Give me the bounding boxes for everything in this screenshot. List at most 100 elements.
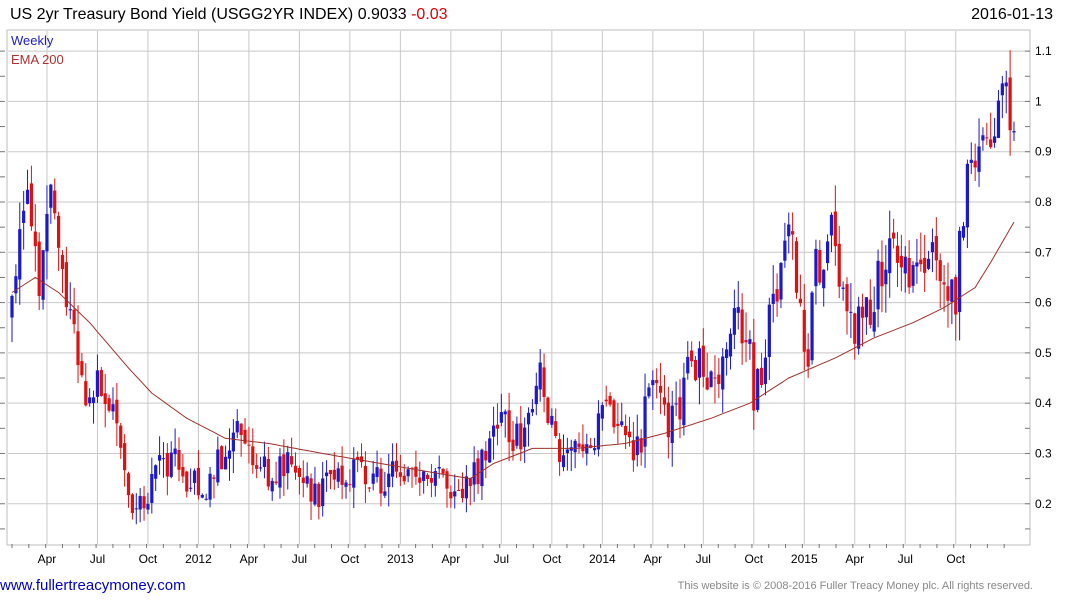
candle-body: [359, 456, 364, 463]
candle-body: [926, 258, 931, 269]
candle-body: [853, 313, 857, 344]
candle-body: [437, 466, 441, 469]
candle-body: [383, 491, 387, 496]
candle-body: [95, 370, 100, 397]
candle-body: [965, 163, 969, 228]
candle-body: [216, 449, 220, 483]
y-tick-label: 1: [1035, 94, 1042, 108]
candle-body: [445, 471, 449, 489]
candle-body: [1008, 77, 1012, 131]
candle-body: [367, 487, 371, 489]
candle-body: [647, 387, 651, 397]
candle-body: [111, 404, 115, 412]
candle-body: [130, 494, 134, 513]
candle-body: [208, 473, 212, 500]
candle-body: [573, 440, 577, 453]
candle-body: [220, 446, 224, 470]
candle-body: [895, 245, 900, 263]
candle-body: [499, 412, 503, 423]
x-tick-label: Jul: [494, 552, 509, 566]
candle-body: [262, 456, 267, 467]
candle-body: [72, 309, 76, 325]
candle-body: [837, 243, 841, 287]
candle-body: [892, 232, 896, 239]
candle-body: [732, 308, 736, 335]
candle-body: [717, 374, 721, 384]
candle-body: [103, 393, 107, 405]
candle-body: [274, 481, 278, 484]
candle-body: [604, 399, 608, 402]
candle-body: [278, 456, 282, 488]
candle-body: [449, 491, 453, 499]
candle-body: [985, 137, 989, 139]
candle-body: [515, 423, 519, 446]
candle-body: [45, 213, 49, 252]
candle-body: [169, 452, 173, 477]
candle-body: [328, 470, 333, 475]
y-tick-label: 0.5: [1035, 346, 1052, 360]
candle-body: [266, 458, 270, 487]
candle-body: [293, 465, 298, 473]
x-tick-label: Oct: [341, 552, 360, 566]
candle-body: [192, 470, 197, 483]
candle-body: [348, 484, 352, 486]
candle-body: [934, 236, 938, 261]
candle-body: [592, 448, 597, 451]
candle-body: [791, 231, 795, 235]
site-link[interactable]: www.fullertreacymoney.com: [0, 577, 186, 594]
candle-body: [484, 450, 488, 461]
candle-body: [639, 438, 643, 453]
candle-body: [530, 409, 535, 413]
y-tick-label: 1.1: [1035, 44, 1052, 58]
candle-body: [204, 498, 208, 500]
candle-body: [398, 472, 402, 477]
candle-body: [519, 423, 523, 450]
candle-body: [802, 309, 806, 352]
candle-body: [771, 293, 775, 304]
candle-body: [658, 385, 663, 393]
candle-body: [488, 438, 492, 463]
candle-body: [146, 503, 150, 510]
candle-body: [814, 248, 818, 287]
candle-body: [460, 488, 465, 499]
x-tick-label: 2014: [589, 552, 616, 566]
candle-body: [418, 477, 422, 483]
candle-body: [775, 289, 779, 302]
candle-body: [107, 398, 111, 411]
x-tick-label: Apr: [38, 552, 57, 566]
candle-body: [309, 478, 313, 502]
candle-body: [76, 331, 80, 366]
candle-body: [558, 439, 562, 462]
candle-body: [422, 471, 426, 481]
candle-body: [317, 483, 321, 507]
x-tick-label: Jul: [696, 552, 711, 566]
candle-body: [736, 307, 740, 313]
candle-body: [973, 160, 977, 168]
candle-body: [682, 377, 686, 426]
candle-body: [503, 411, 507, 415]
candle-body: [243, 429, 247, 444]
y-tick-label: 0.7: [1035, 245, 1052, 259]
candle-body: [756, 368, 760, 410]
candle-body: [49, 184, 53, 208]
candle-body: [678, 397, 682, 420]
candle-body: [29, 183, 34, 227]
candle-body: [84, 381, 88, 406]
candle-body: [177, 450, 181, 470]
candle-body: [150, 473, 154, 503]
candle-body: [561, 455, 566, 468]
candle-body: [10, 295, 14, 318]
candle-body: [849, 311, 853, 313]
x-tick-label: 2012: [185, 552, 212, 566]
x-tick-label: Oct: [139, 552, 158, 566]
candle-body: [441, 468, 445, 474]
candle-body: [825, 241, 830, 264]
candle-body: [915, 262, 919, 267]
candle-body: [550, 415, 554, 425]
candle-body: [725, 349, 729, 358]
candle-body: [546, 397, 550, 423]
candle-body: [670, 405, 674, 443]
candle-body: [759, 367, 764, 386]
candle-body: [91, 397, 96, 403]
candle-body: [651, 380, 655, 386]
